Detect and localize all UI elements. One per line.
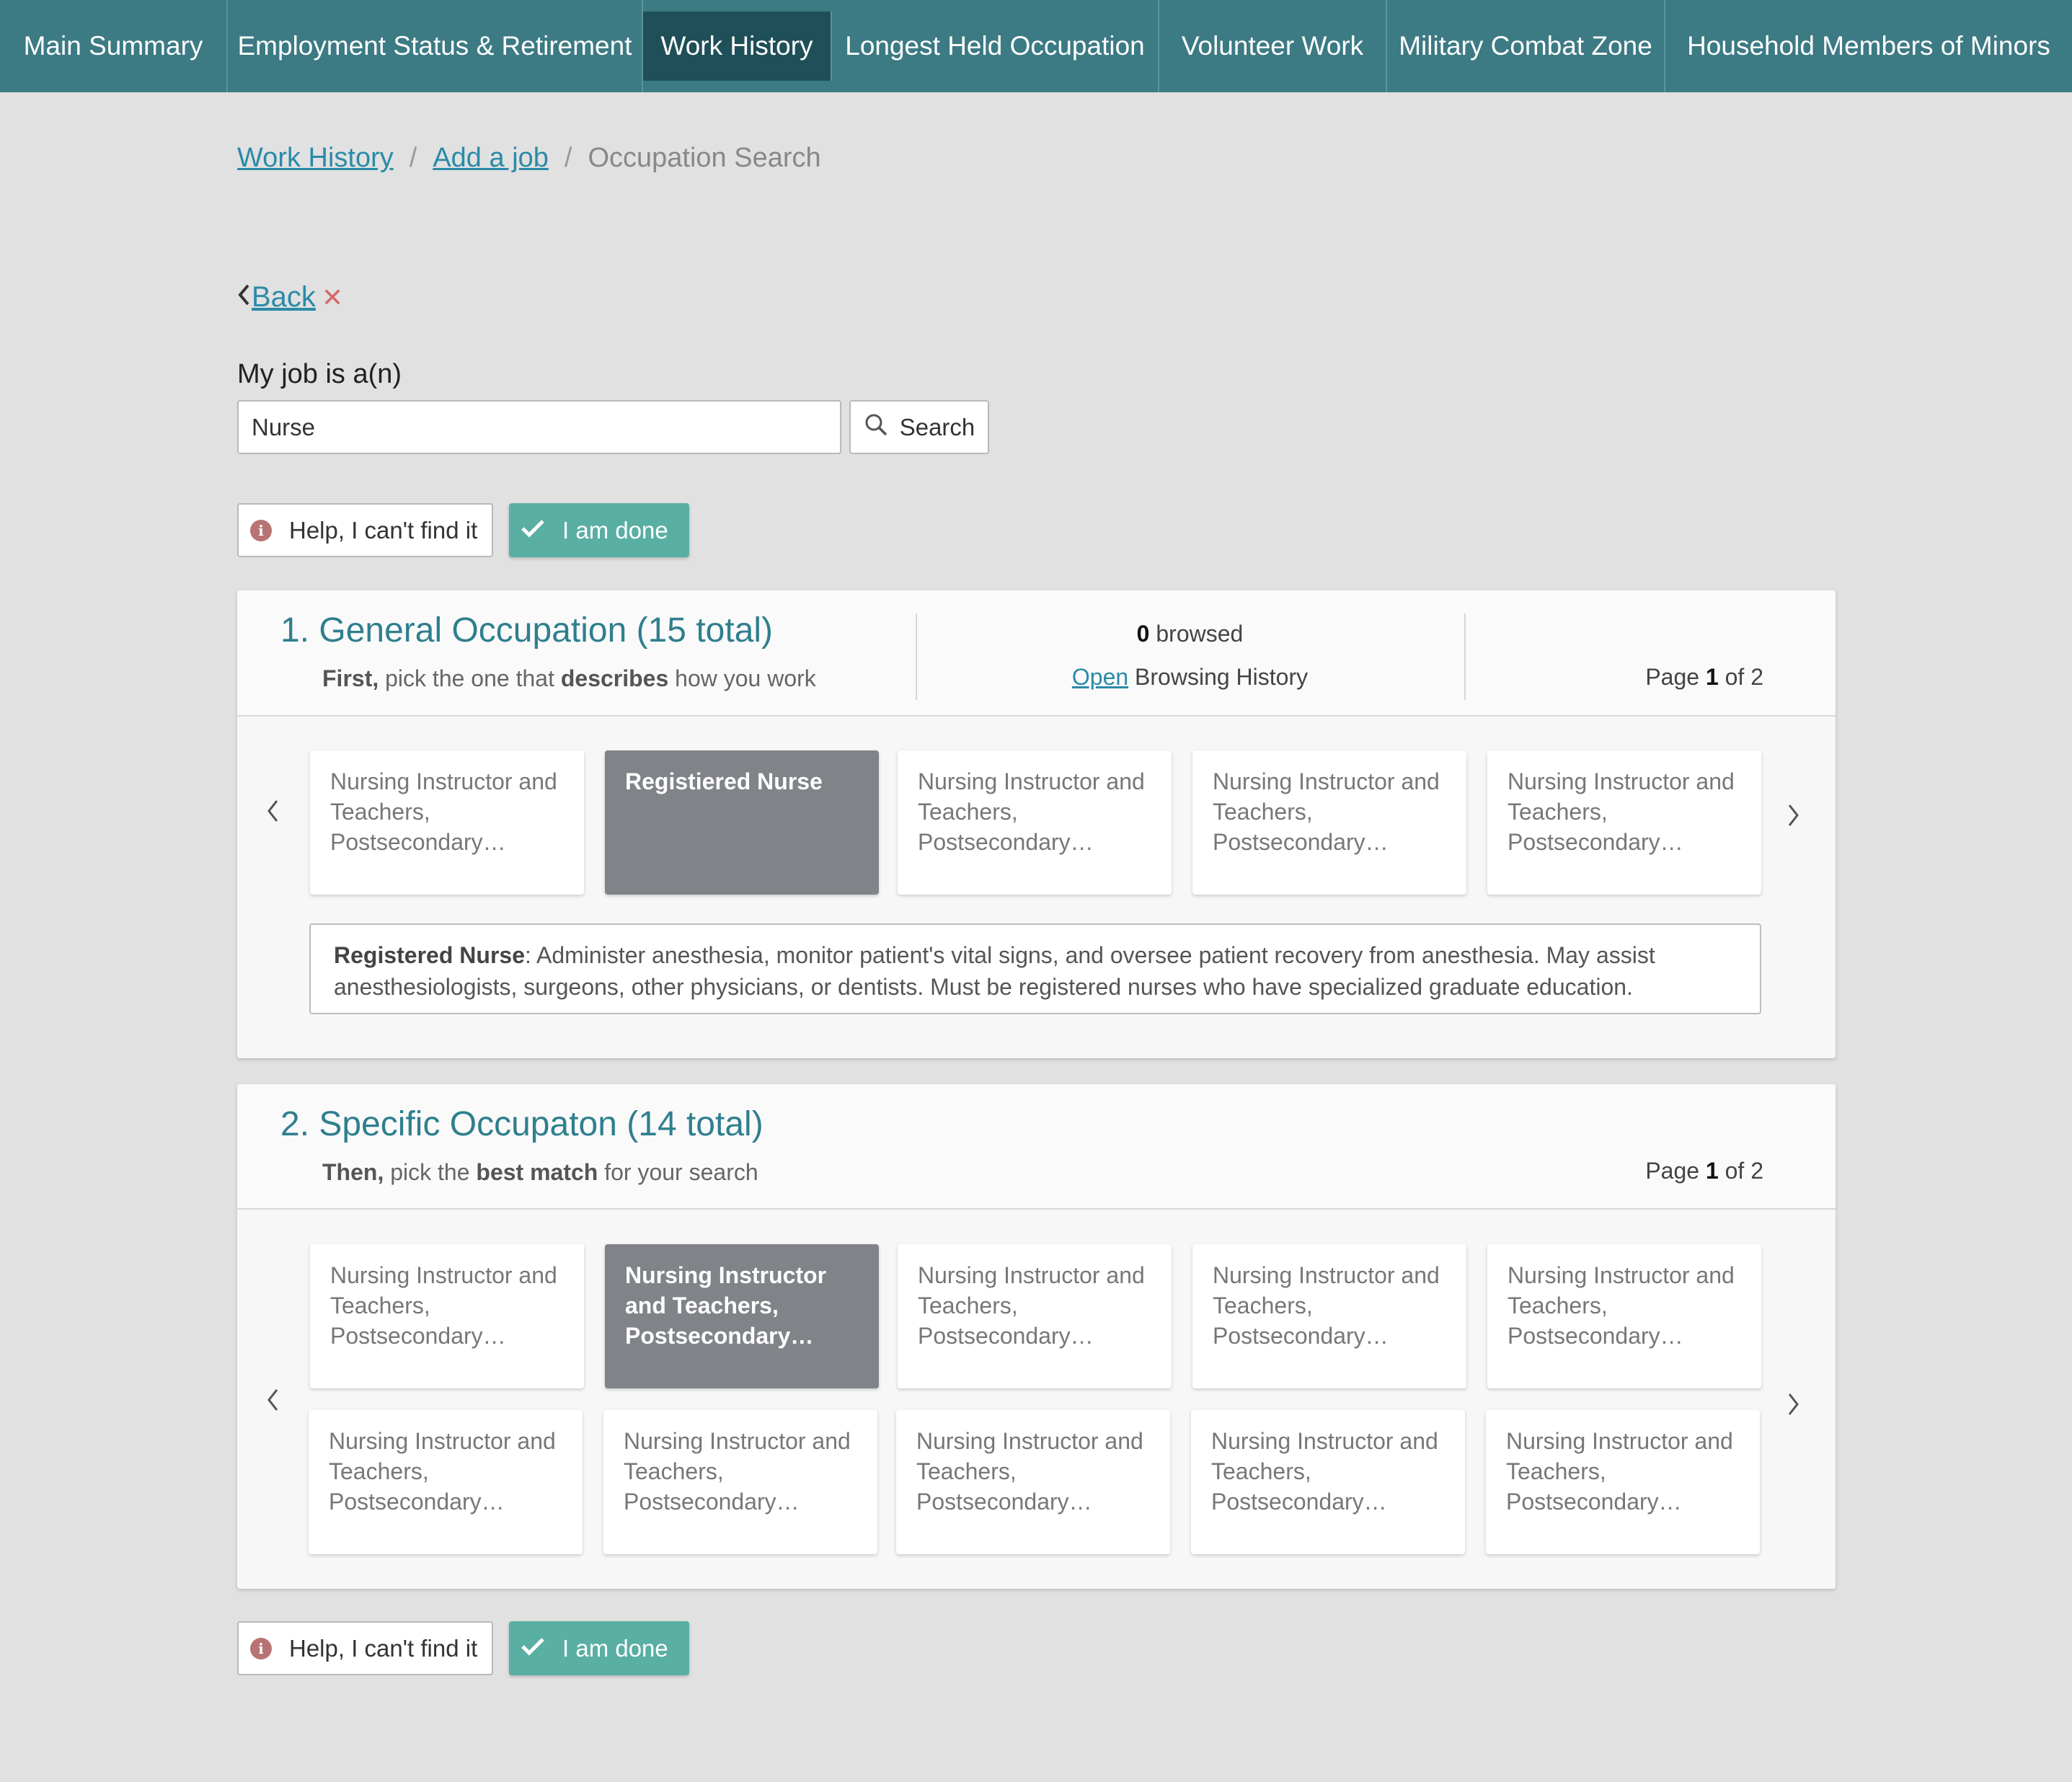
browsed-label: browsed [1149,621,1244,647]
specific-sub-end: for your search [598,1159,758,1185]
specific-card[interactable]: Nursing Instructor and Teachers, Postsec… [1191,1410,1465,1554]
specific-card[interactable]: Nursing Instructor and Teachers, Postsec… [1486,1410,1760,1554]
browsing-history: Open Browsing History [916,664,1464,691]
specific-sub-first: Then, [322,1159,384,1185]
breadcrumb-separator: / [564,143,572,173]
description-text: : Administer anesthesia, monitor patient… [334,942,1655,1000]
search-button-label: Search [899,413,975,440]
description-term: Registered Nurse [334,942,525,968]
general-panel-header: 1. General Occupation (15 total) First, … [237,590,1836,717]
tab-employment-status[interactable]: Employment Status & Retirement [228,0,643,92]
next-arrow[interactable] [1787,797,1800,836]
specific-card[interactable]: Nursing Instructor and Teachers, Postsec… [603,1410,877,1554]
browsing-history-label: Browsing History [1128,664,1309,690]
help-button[interactable]: i Help, I can't find it [237,503,493,557]
general-page-indicator: Page 1 of 2 [1645,664,1763,691]
help-button[interactable]: i Help, I can't find it [237,1621,493,1675]
done-button[interactable]: I am done [509,1621,689,1675]
info-icon: i [250,1637,272,1659]
specific-card[interactable]: Nursing Instructor and Teachers, Postsec… [896,1410,1170,1554]
help-button-label: Help, I can't find it [289,516,478,544]
action-row-bottom: i Help, I can't find it I am done [237,1621,689,1675]
page-of: of 2 [1718,664,1763,690]
job-label: My job is a(n) [237,359,402,389]
specific-card[interactable]: Nursing Instructor and Teachers, Postsec… [1487,1244,1761,1388]
tab-household-members[interactable]: Household Members of Minors [1665,0,2072,92]
specific-page-indicator: Page 1 of 2 [1645,1158,1763,1184]
back-link-group: Back ✕ [237,281,343,314]
tab-main-summary[interactable]: Main Summary [0,0,228,92]
checkmark-icon [521,1635,562,1662]
page-current: 1 [1705,1158,1719,1184]
specific-subtitle: Then, pick the best match for your searc… [322,1159,758,1186]
chevron-left-icon[interactable] [237,281,250,314]
job-search-input[interactable] [237,400,841,454]
search-icon [864,412,900,443]
specific-occupation-panel: 2. Specific Occupaton (14 total) Then, p… [237,1084,1836,1589]
specific-sub-mid: pick the [384,1159,477,1185]
page-label: Page [1645,1158,1706,1184]
done-button[interactable]: I am done [509,503,689,557]
done-button-label: I am done [562,516,668,544]
open-history-link[interactable]: Open [1072,664,1128,690]
search-button[interactable]: Search [849,400,989,454]
breadcrumb: Work History / Add a job / Occupation Se… [237,143,821,174]
specific-card[interactable]: Nursing Instructor and Teachers, Postsec… [1192,1244,1466,1388]
occupation-description: Registered Nurse: Administer anesthesia,… [309,923,1761,1014]
specific-card[interactable]: Nursing Instructor and Teachers, Postsec… [898,1244,1172,1388]
top-nav: Main Summary Employment Status & Retirem… [0,0,2072,92]
close-icon[interactable]: ✕ [322,283,343,313]
specific-card[interactable]: Nursing Instructor and Teachers, Postsec… [310,1244,584,1388]
prev-arrow[interactable] [266,1381,279,1421]
browsed-number: 0 [1136,621,1150,647]
breadcrumb-work-history[interactable]: Work History [237,143,394,174]
back-link[interactable]: Back [252,281,316,314]
tab-volunteer-work[interactable]: Volunteer Work [1159,0,1387,92]
general-title: 1. General Occupation (15 total) [280,611,774,650]
general-sub-bold: describes [560,665,669,691]
specific-card-selected[interactable]: Nursing Instructor and Teachers, Postsec… [605,1244,879,1388]
tab-work-history[interactable]: Work History [643,12,832,81]
general-card[interactable]: Nursing Instructor and Teachers, Postsec… [1487,750,1761,895]
tab-longest-held-occupation[interactable]: Longest Held Occupation [832,0,1159,92]
breadcrumb-separator: / [409,143,417,173]
page-label: Page [1645,664,1706,690]
help-button-label: Help, I can't find it [289,1634,478,1662]
next-arrow[interactable] [1787,1386,1800,1425]
tab-military-combat-zone[interactable]: Military Combat Zone [1387,0,1665,92]
general-subtitle: First, pick the one that describes how y… [322,665,816,692]
breadcrumb-add-a-job[interactable]: Add a job [433,143,549,174]
divider [1464,613,1466,700]
specific-sub-bold: best match [476,1159,598,1185]
info-icon: i [250,519,272,541]
general-card-selected[interactable]: Registiered Nurse [605,750,879,895]
specific-panel-header: 2. Specific Occupaton (14 total) Then, p… [237,1084,1836,1210]
general-sub-end: how you work [668,665,816,691]
browsed-count: 0 browsed [916,621,1464,647]
action-row-top: i Help, I can't find it I am done [237,503,689,557]
general-sub-first: First, [322,665,379,691]
general-card[interactable]: Nursing Instructor and Teachers, Postsec… [310,750,584,895]
prev-arrow[interactable] [266,792,279,832]
page-of: of 2 [1718,1158,1763,1184]
general-occupation-panel: 1. General Occupation (15 total) First, … [237,590,1836,1058]
specific-card[interactable]: Nursing Instructor and Teachers, Postsec… [309,1410,583,1554]
general-card[interactable]: Nursing Instructor and Teachers, Postsec… [1192,750,1466,895]
page-current: 1 [1705,664,1719,690]
done-button-label: I am done [562,1634,668,1662]
general-sub-mid: pick the one that [378,665,561,691]
general-card[interactable]: Nursing Instructor and Teachers, Postsec… [898,750,1172,895]
breadcrumb-current: Occupation Search [588,143,821,173]
specific-title: 2. Specific Occupaton (14 total) [280,1105,763,1143]
checkmark-icon [521,517,562,544]
